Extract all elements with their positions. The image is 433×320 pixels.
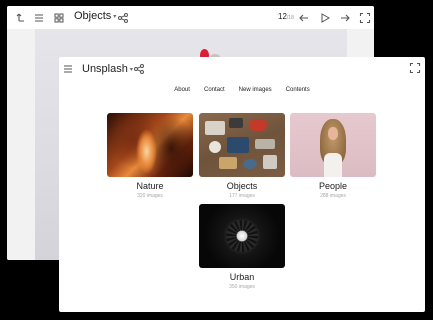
share-icon[interactable] — [117, 12, 129, 24]
photo-subject — [328, 127, 338, 140]
site-title: Unsplash — [82, 63, 128, 75]
play-icon[interactable] — [319, 12, 331, 24]
gallery-thumbnail[interactable] — [199, 113, 285, 177]
chevron-down-icon: ▾ — [113, 13, 117, 20]
gallery-card-people[interactable]: People 288 images — [290, 113, 376, 199]
grid-icon[interactable] — [53, 12, 65, 24]
nav-link-new-images[interactable]: New images — [239, 87, 272, 93]
gallery-count: 288 images — [320, 193, 346, 199]
page-current: 12 — [278, 12, 287, 21]
gallery-count: 177 images — [229, 193, 255, 199]
gallery-thumbnail[interactable] — [290, 113, 376, 177]
fullscreen-icon[interactable] — [409, 62, 421, 74]
gallery-card-objects[interactable]: Objects 177 images — [199, 113, 285, 199]
gallery-name: People — [318, 181, 348, 191]
gallery-name: Nature — [136, 181, 164, 191]
back-toolbar: Objects ▾ 12/18 — [7, 6, 374, 29]
site-title-dropdown[interactable]: Unsplash ▾ — [82, 63, 133, 75]
gallery-thumbnail[interactable] — [107, 113, 193, 177]
album-title-dropdown[interactable]: Objects ▾ — [74, 10, 116, 22]
album-title: Objects — [74, 10, 112, 22]
nav-link-about[interactable]: About — [174, 87, 190, 93]
gallery-count: 350 images — [229, 284, 255, 290]
fullscreen-icon[interactable] — [359, 12, 371, 24]
next-arrow-icon[interactable] — [339, 12, 351, 24]
page-total: /18 — [286, 15, 294, 21]
gallery-name: Objects — [226, 181, 258, 191]
prev-arrow-icon[interactable] — [298, 12, 310, 24]
gallery-card-nature[interactable]: Nature 320 images — [107, 113, 193, 199]
gallery-card-urban[interactable]: Urban 350 images — [199, 204, 285, 290]
page-counter: 12/18 — [278, 12, 294, 21]
menu-icon[interactable] — [33, 12, 45, 24]
share-icon[interactable] — [133, 63, 145, 75]
photo-subject — [237, 231, 247, 241]
front-window: Unsplash ▾ About Contact New images Conte… — [59, 57, 425, 312]
menu-icon[interactable] — [62, 63, 74, 75]
back-arrow-icon[interactable] — [15, 12, 27, 24]
nav-link-contents[interactable]: Contents — [286, 87, 310, 93]
nav-link-contact[interactable]: Contact — [204, 87, 225, 93]
gallery-name: Urban — [229, 272, 255, 282]
photo-margin-left — [7, 29, 35, 260]
photo-subject — [324, 153, 342, 177]
gallery-thumbnail[interactable] — [199, 204, 285, 268]
gallery-count: 320 images — [137, 193, 163, 199]
site-nav: About Contact New images Contents — [59, 87, 425, 93]
